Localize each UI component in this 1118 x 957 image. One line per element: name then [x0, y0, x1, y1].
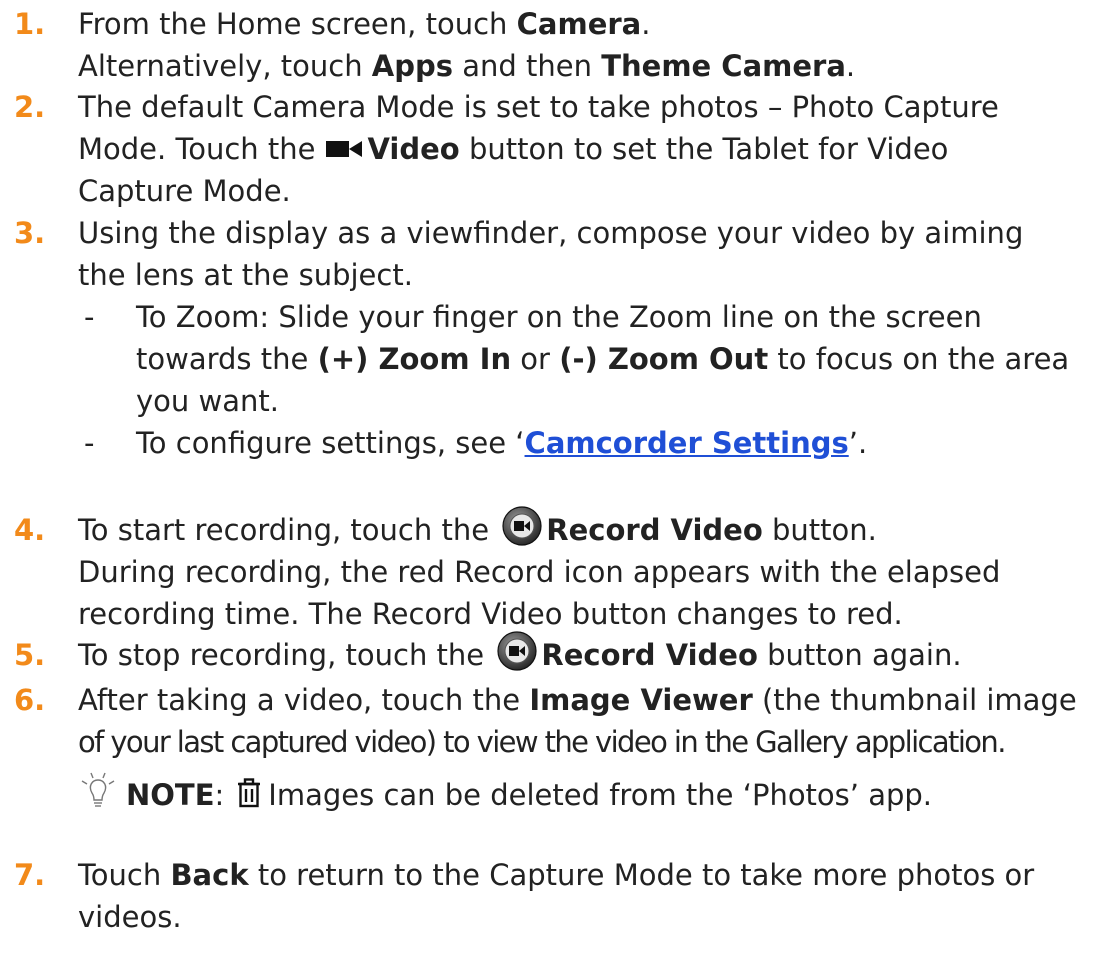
step-line: Using the display as a viewfinder, compo… [78, 216, 1024, 250]
step-line: To start recording, touch the Record Vid… [78, 506, 1108, 551]
step-number: 7. [14, 858, 46, 892]
step-number: 6. [14, 683, 46, 717]
bold-term-zoom-in: (+) Zoom In [317, 342, 512, 376]
bold-term-image-viewer: Image Viewer [529, 683, 753, 717]
sub-bullet-settings: - To configure settings, see ‘Camcorder … [78, 422, 1108, 464]
bold-term-zoom-out: (-) Zoom Out [559, 342, 769, 376]
trash-icon [238, 778, 261, 808]
step-line: you want. [136, 384, 279, 418]
text: (the thumbnail image [752, 683, 1077, 717]
step-number: 2. [14, 90, 46, 124]
text: Alternatively, touch [78, 49, 372, 83]
step-body: Using the display as a viewfinder, compo… [78, 212, 1108, 464]
step-body: From the Home screen, touch Camera. Alte… [78, 3, 1108, 87]
bold-term-video: Video [367, 132, 460, 166]
step-line: To Zoom: Slide your finger on the Zoom l… [136, 300, 982, 334]
step-line: During recording, the red Record icon ap… [78, 555, 1001, 589]
step-body: The default Camera Mode is set to take p… [78, 86, 1108, 212]
bold-term-record-video: Record Video [546, 513, 763, 547]
text: After taking a video, touch the [78, 683, 530, 717]
step-line: towards the (+) Zoom In or (-) Zoom Out … [136, 338, 1108, 380]
text: . [641, 7, 651, 41]
sub-bullet-zoom: - To Zoom: Slide your finger on the Zoom… [78, 296, 1108, 422]
text: to return to the Capture Mode to take mo… [248, 858, 1035, 892]
step-number: 5. [14, 638, 46, 672]
bullet-dash: - [84, 300, 95, 334]
bullet-dash: - [84, 426, 95, 460]
camcorder-settings-link[interactable]: Camcorder Settings [525, 426, 849, 460]
text: towards the [136, 342, 318, 376]
text: or [511, 342, 560, 376]
video-camera-icon [325, 141, 362, 157]
bold-term-apps: Apps [371, 49, 454, 83]
step-number: 3. [14, 216, 46, 250]
step-line: Capture Mode. [78, 174, 291, 208]
step-line: of your last captured video) to view the… [78, 725, 1006, 759]
step-line: To stop recording, touch the Record Vide… [78, 631, 1108, 676]
text: Mode. Touch the [78, 132, 316, 166]
text: button. [762, 513, 877, 547]
note-label: NOTE [126, 778, 215, 812]
note-line: NOTE: Images can be deleted from the ‘Pho… [78, 771, 1108, 816]
text: To configure settings, see ‘ [136, 426, 525, 460]
step-line: recording time. The Record Video button … [78, 597, 903, 631]
text: Touch [78, 858, 171, 892]
step-body: After taking a video, touch the Image Vi… [78, 679, 1108, 816]
step-line: From the Home screen, touch Camera. [78, 3, 1108, 45]
bold-term-back: Back [170, 858, 249, 892]
step-line: the lens at the subject. [78, 258, 413, 292]
text: ’. [848, 426, 868, 460]
text: to focus on the area [768, 342, 1070, 376]
text: : [214, 778, 225, 812]
step-line: After taking a video, touch the Image Vi… [78, 679, 1108, 721]
step-number: 4. [14, 513, 46, 547]
lightbulb-icon [81, 772, 115, 807]
step-line: Alternatively, touch Apps and then Theme… [78, 45, 1108, 87]
step-number: 1. [14, 7, 46, 41]
text: From the Home screen, touch [78, 7, 517, 41]
step-body: To stop recording, touch the Record Vide… [78, 631, 1108, 676]
note-text: Images can be deleted from the ‘Photos’ … [268, 778, 933, 812]
step-body: To start recording, touch the Record Vid… [78, 506, 1108, 635]
step-line: Mode. Touch the Video button to set the T… [78, 128, 1108, 170]
bold-term-camera: Camera [516, 7, 642, 41]
record-video-icon [497, 631, 537, 671]
step-line: The default Camera Mode is set to take p… [78, 90, 999, 124]
step-line: To configure settings, see ‘Camcorder Se… [136, 422, 1108, 464]
step-line: videos. [78, 900, 182, 934]
text: . [845, 49, 856, 83]
bold-term-theme-camera: Theme Camera [601, 49, 846, 83]
step-body: Touch Back to return to the Capture Mode… [78, 854, 1108, 938]
text: and then [453, 49, 602, 83]
record-video-icon [502, 506, 542, 546]
text: To start recording, touch the [78, 513, 499, 547]
step-line: Touch Back to return to the Capture Mode… [78, 854, 1108, 896]
bold-term-record-video: Record Video [541, 638, 758, 672]
text: button to set the Tablet for Video [459, 132, 949, 166]
text: button again. [757, 638, 962, 672]
text: To stop recording, touch the [78, 638, 494, 672]
